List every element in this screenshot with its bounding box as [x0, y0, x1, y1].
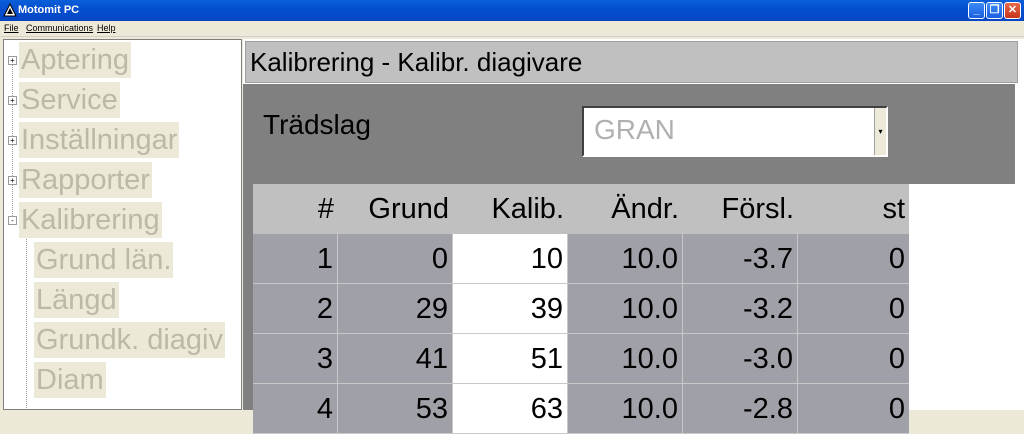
minimize-icon: _: [973, 4, 980, 16]
tree-item-langd[interactable]: Längd: [4, 282, 119, 318]
cell-forsl: -3.2: [683, 284, 798, 334]
restore-button[interactable]: ❐: [986, 2, 1003, 19]
column-header: Kalib.: [453, 184, 568, 234]
cell-andr: 10.0: [568, 234, 683, 284]
cell-andr: 10.0: [568, 384, 683, 434]
cell-grund: 0: [338, 234, 453, 284]
cell-st: 0: [798, 384, 909, 434]
collapse-icon[interactable]: -: [8, 216, 17, 225]
cell-index: 3: [253, 334, 338, 384]
cell-kalib[interactable]: 63: [453, 384, 568, 434]
tree-item-label: Service: [19, 82, 120, 118]
tree-item-service[interactable]: + Service: [4, 82, 120, 118]
cell-grund: 53: [338, 384, 453, 434]
menu-bar: File Communications Help: [0, 21, 1024, 37]
cell-forsl: -3.7: [683, 234, 798, 284]
title-bar[interactable]: Motomit PC _ ❐ ✕: [0, 0, 1024, 21]
table-row: 2 29 39 10.0 -3.2 0: [253, 284, 909, 334]
table-row: 4 53 63 10.0 -2.8 0: [253, 384, 909, 434]
tree-item-diam[interactable]: Diam: [4, 362, 106, 398]
tree-item-grund-lan[interactable]: Grund län.: [4, 242, 174, 278]
grid-margin: [243, 184, 253, 410]
column-header: st: [798, 184, 909, 234]
column-header: #: [253, 184, 338, 234]
menu-help[interactable]: Help: [97, 21, 116, 36]
tree-item-label: Kalibrering: [19, 202, 162, 238]
close-button[interactable]: ✕: [1004, 2, 1021, 19]
column-header: Grund: [338, 184, 453, 234]
cell-kalib[interactable]: 51: [453, 334, 568, 384]
tradslag-label: Trädslag: [263, 109, 371, 140]
dropdown-arrow-icon[interactable]: ▾: [874, 108, 886, 155]
cell-grund: 29: [338, 284, 453, 334]
tree-item-label: Inställningar: [19, 122, 180, 158]
cell-andr: 10.0: [568, 284, 683, 334]
window-title: Motomit PC: [18, 4, 80, 16]
menu-file[interactable]: File: [4, 21, 19, 36]
cell-st: 0: [798, 284, 909, 334]
column-header: Ändr.: [568, 184, 683, 234]
cell-kalib[interactable]: 39: [453, 284, 568, 334]
content-panel: Kalibrering - Kalibr. diagivare Trädslag…: [243, 39, 1024, 434]
minimize-button[interactable]: _: [968, 2, 985, 19]
tree-item-label: Diam: [34, 362, 106, 398]
expand-icon[interactable]: +: [8, 56, 17, 65]
app-window: Motomit PC _ ❐ ✕ File Communications Hel…: [0, 0, 1024, 434]
tree-item-rapporter[interactable]: + Rapporter: [4, 162, 152, 198]
column-header: Försl.: [683, 184, 798, 234]
tree-item-label: Rapporter: [19, 162, 152, 198]
cell-index: 1: [253, 234, 338, 284]
cell-forsl: -3.0: [683, 334, 798, 384]
section-header: Kalibrering - Kalibr. diagivare: [245, 41, 1018, 83]
cell-kalib[interactable]: 10: [453, 234, 568, 284]
tree-item-grundk-diagiv[interactable]: Grundk. diagiv: [4, 322, 225, 358]
table-row: 3 41 51 10.0 -3.0 0: [253, 334, 909, 384]
cell-st: 0: [798, 234, 909, 284]
tree-item-label: Grundk. diagiv: [34, 322, 225, 358]
expand-icon[interactable]: +: [8, 176, 17, 185]
cell-st: 0: [798, 334, 909, 384]
tree-item-label: Aptering: [19, 42, 132, 78]
navigation-tree: + Aptering + Service + Inställningar + R…: [3, 39, 242, 410]
cell-forsl: -2.8: [683, 384, 798, 434]
tree-item-installningar[interactable]: + Inställningar: [4, 122, 180, 158]
page-title: Kalibrering - Kalibr. diagivare: [250, 47, 583, 77]
cell-index: 4: [253, 384, 338, 434]
cell-andr: 10.0: [568, 334, 683, 384]
tree-item-kalibrering[interactable]: - Kalibrering: [4, 202, 162, 238]
cell-grund: 41: [338, 334, 453, 384]
tradslag-select[interactable]: GRAN ▾: [582, 106, 888, 157]
tradslag-value: GRAN: [594, 114, 675, 145]
tree-item-aptering[interactable]: + Aptering: [4, 42, 132, 78]
table-header-row: # Grund Kalib. Ändr. Försl. st: [253, 184, 909, 234]
menu-communications[interactable]: Communications: [26, 21, 93, 36]
app-logo-icon: [3, 3, 17, 17]
tree-item-label: Grund län.: [34, 242, 174, 278]
restore-icon: ❐: [989, 4, 1000, 16]
tree-item-label: Längd: [34, 282, 119, 318]
cell-index: 2: [253, 284, 338, 334]
close-icon: ✕: [1007, 4, 1018, 16]
table-row: 1 0 10 10.0 -3.7 0: [253, 234, 909, 284]
expand-icon[interactable]: +: [8, 96, 17, 105]
expand-icon[interactable]: +: [8, 136, 17, 145]
